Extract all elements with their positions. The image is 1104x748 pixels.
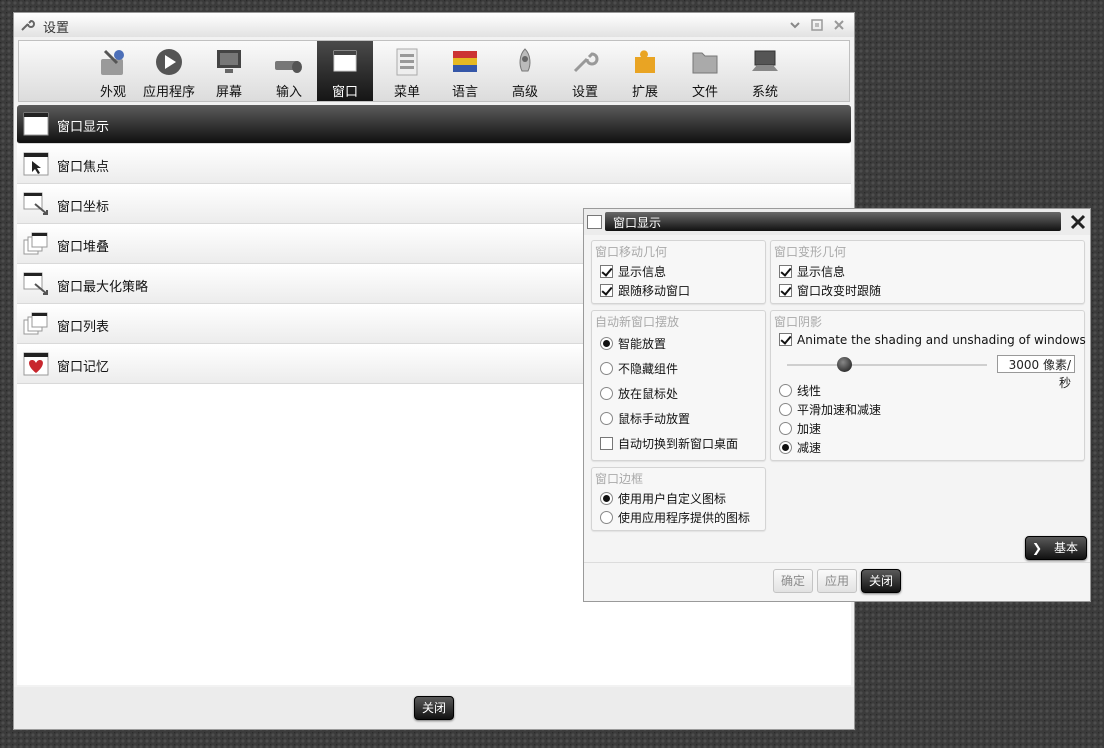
window-geometry-icon bbox=[23, 192, 48, 215]
placement-under-mouse-radio[interactable]: 放在鼠标处 bbox=[600, 385, 678, 402]
chevron-right-icon: ❯ bbox=[1032, 541, 1043, 555]
list-item-window-display[interactable]: 窗口显示 bbox=[17, 105, 851, 144]
tool-appearance[interactable]: 外观 bbox=[85, 41, 141, 101]
screen-icon bbox=[217, 50, 241, 73]
list-item-window-focus[interactable]: 窗口焦点 bbox=[17, 145, 851, 184]
resize-geometry-group: 窗口变形几何 显示信息 窗口改变时跟随 bbox=[770, 240, 1085, 304]
close-icon[interactable] bbox=[1068, 212, 1088, 232]
advanced-icon bbox=[519, 48, 531, 72]
user-icon-radio[interactable]: 使用用户自定义图标 bbox=[600, 490, 726, 507]
tool-screen[interactable]: 屏幕 bbox=[201, 41, 257, 101]
window-display-icon bbox=[23, 112, 49, 136]
shading-speed-slider-handle[interactable] bbox=[837, 357, 852, 372]
tool-system[interactable]: 系统 bbox=[737, 41, 793, 101]
animate-shading-checkbox[interactable]: Animate the shading and unshading of win… bbox=[779, 333, 1086, 347]
tool-advanced[interactable]: 高级 bbox=[497, 41, 553, 101]
tool-input[interactable]: 输入 bbox=[261, 41, 317, 101]
auto-switch-desktop-checkbox[interactable]: 自动切换到新窗口桌面 bbox=[600, 435, 738, 452]
tool-extensions[interactable]: 扩展 bbox=[617, 41, 673, 101]
shading-accelerate-radio[interactable]: 加速 bbox=[779, 420, 821, 437]
basic-button[interactable]: ❯ 基本 bbox=[1025, 536, 1087, 560]
settings-icon bbox=[573, 52, 599, 73]
shading-smooth-radio[interactable]: 平滑加速和减速 bbox=[779, 401, 881, 418]
tool-settings[interactable]: 设置 bbox=[557, 41, 613, 101]
resize-show-info-checkbox[interactable]: 显示信息 bbox=[779, 263, 845, 280]
menu-icon bbox=[396, 48, 418, 76]
applications-icon bbox=[156, 49, 182, 75]
dialog-window-icon bbox=[587, 215, 602, 229]
new-window-placement-group: 自动新窗口摆放 智能放置 不隐藏组件 放在鼠标处 鼠标手动放置 自动切换到新窗口… bbox=[591, 310, 766, 461]
maximize-icon[interactable] bbox=[810, 18, 824, 32]
window-display-dialog: 窗口显示 窗口移动几何 显示信息 跟随移动窗口 窗口变形几何 显示信息 窗口改变… bbox=[583, 208, 1091, 602]
move-show-info-checkbox[interactable]: 显示信息 bbox=[600, 263, 666, 280]
window-icon bbox=[333, 50, 357, 72]
apply-button[interactable]: 应用 bbox=[817, 569, 857, 593]
placement-no-cover-radio[interactable]: 不隐藏组件 bbox=[600, 360, 678, 377]
shade-icon[interactable] bbox=[788, 18, 802, 32]
shading-speed-slider-track[interactable] bbox=[787, 364, 987, 366]
tool-language[interactable]: 语言 bbox=[437, 41, 493, 101]
follow-resize-checkbox[interactable]: 窗口改变时跟随 bbox=[779, 282, 881, 299]
app-icon-radio[interactable]: 使用应用程序提供的图标 bbox=[600, 509, 750, 526]
dialog-close-button[interactable]: 关闭 bbox=[861, 569, 901, 593]
move-geometry-group: 窗口移动几何 显示信息 跟随移动窗口 bbox=[591, 240, 766, 304]
wrench-icon bbox=[21, 19, 35, 31]
window-maximize-policy-icon bbox=[23, 272, 48, 295]
settings-title: 设置 bbox=[43, 21, 70, 36]
language-icon bbox=[453, 51, 477, 72]
border-icon-group: 窗口边框 使用用户自定义图标 使用应用程序提供的图标 bbox=[591, 467, 766, 531]
window-focus-icon bbox=[23, 152, 49, 176]
shading-decelerate-radio[interactable]: 减速 bbox=[779, 439, 821, 456]
window-stacking-icon bbox=[23, 232, 48, 255]
input-icon bbox=[275, 61, 302, 73]
dialog-title-bar[interactable]: 窗口显示 bbox=[605, 212, 1061, 231]
tool-menu[interactable]: 菜单 bbox=[379, 41, 435, 101]
files-icon bbox=[692, 52, 718, 74]
dialog-title: 窗口显示 bbox=[613, 216, 662, 230]
tool-applications[interactable]: 应用程序 bbox=[137, 41, 201, 101]
window-list-icon bbox=[23, 312, 48, 335]
window-remember-icon bbox=[23, 352, 49, 376]
main-close-button[interactable]: 关闭 bbox=[414, 696, 454, 720]
extensions-icon bbox=[635, 50, 655, 73]
category-toolbar: 外观 应用程序 屏幕 输入 窗口 菜单 语言 高级 设置 扩展 文件 系统 bbox=[18, 40, 850, 102]
tool-files[interactable]: 文件 bbox=[677, 41, 733, 101]
main-button-bar: 关闭 bbox=[14, 687, 854, 729]
placement-manual-radio[interactable]: 鼠标手动放置 bbox=[600, 410, 690, 427]
close-icon[interactable] bbox=[832, 18, 846, 32]
appearance-icon bbox=[101, 49, 124, 75]
shading-linear-radio[interactable]: 线性 bbox=[779, 382, 821, 399]
ok-button[interactable]: 确定 bbox=[773, 569, 813, 593]
settings-titlebar[interactable]: 设置 bbox=[14, 13, 854, 37]
placement-smart-radio[interactable]: 智能放置 bbox=[600, 335, 666, 352]
follow-move-checkbox[interactable]: 跟随移动窗口 bbox=[600, 282, 690, 299]
tool-window[interactable]: 窗口 bbox=[317, 41, 373, 101]
dialog-titlebar[interactable]: 窗口显示 bbox=[584, 209, 1090, 235]
shading-speed-spinbox[interactable]: 3000 像素/秒 bbox=[997, 355, 1075, 390]
shading-group: 窗口阴影 Animate the shading and unshading o… bbox=[770, 310, 1086, 461]
dialog-separator bbox=[584, 562, 1090, 563]
system-icon bbox=[752, 50, 778, 71]
